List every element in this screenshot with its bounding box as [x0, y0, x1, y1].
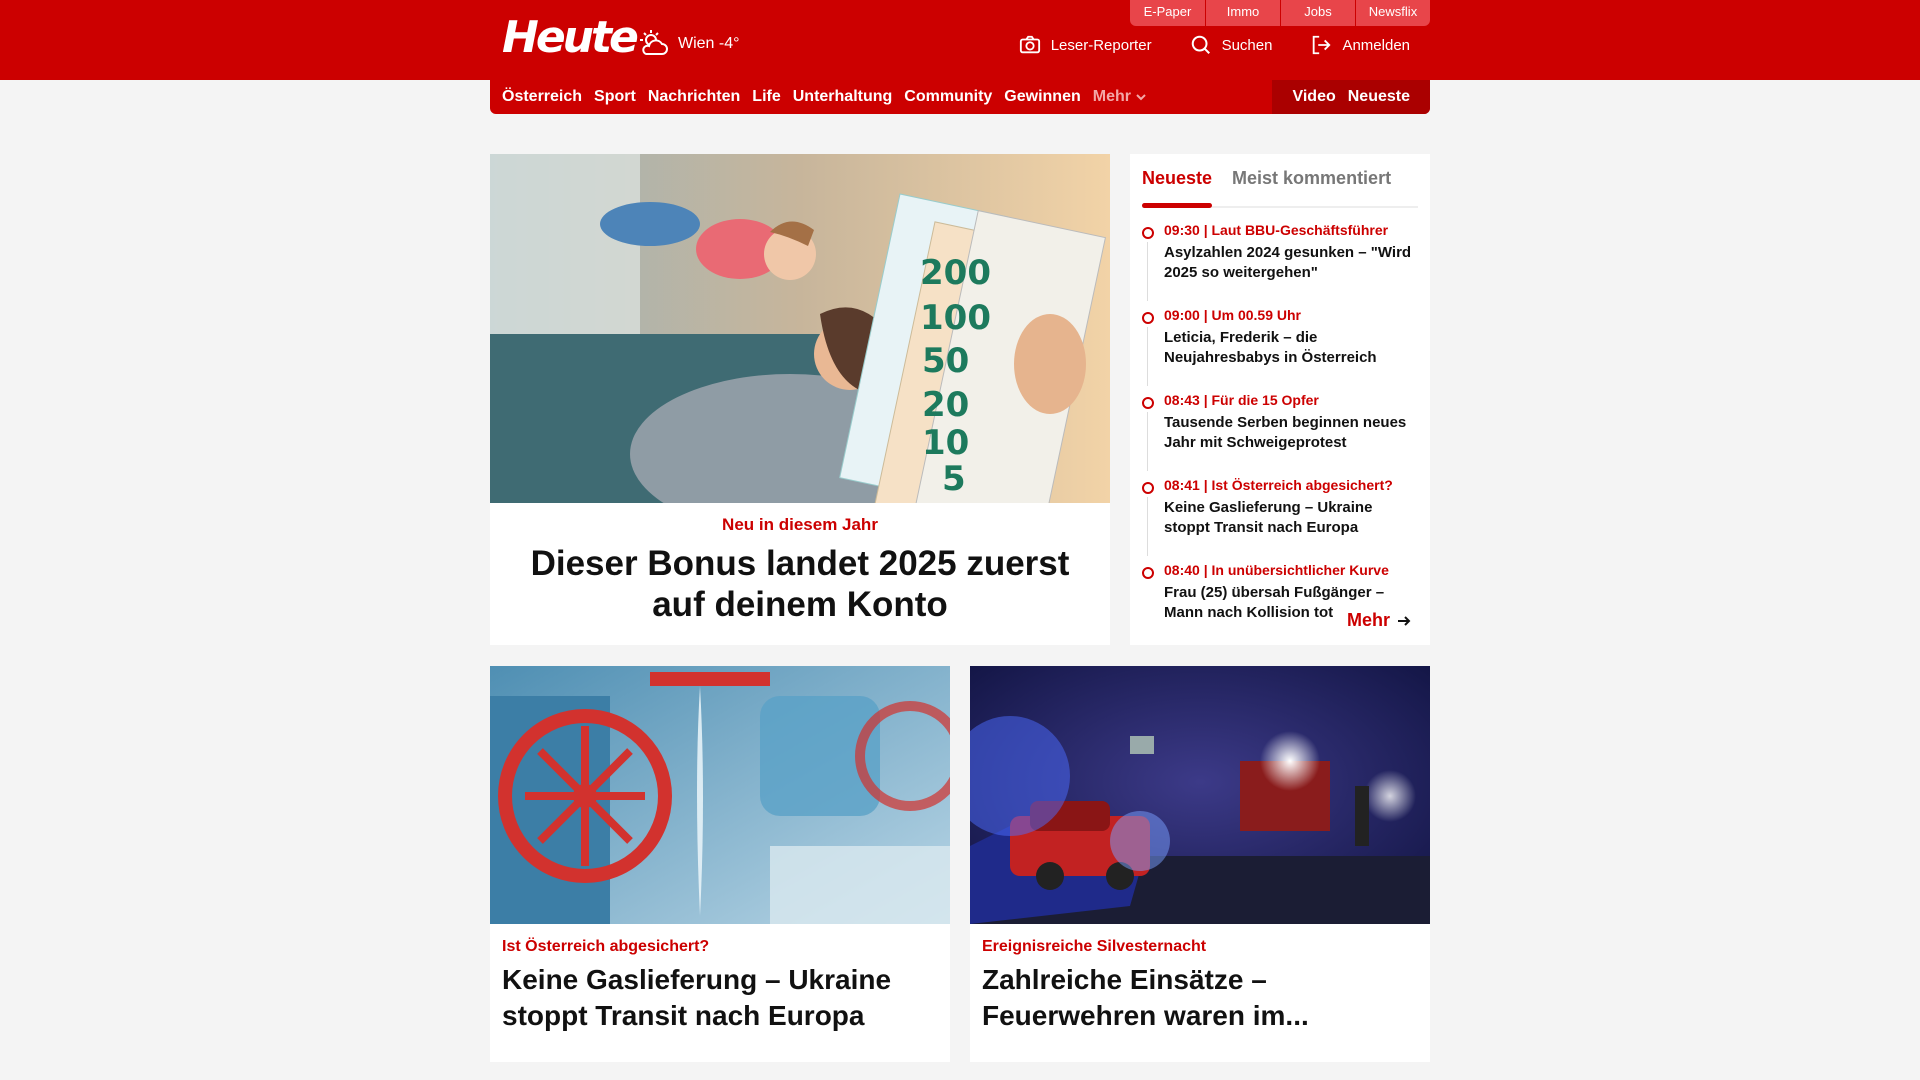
nav-item-neueste[interactable]: Neueste: [1348, 88, 1410, 106]
login-button[interactable]: Anmelden: [1310, 34, 1410, 56]
nav-item-life[interactable]: Life: [752, 88, 780, 106]
camera-icon: [1019, 35, 1040, 54]
card-image[interactable]: [970, 666, 1430, 924]
tab-epaper[interactable]: E-Paper: [1130, 0, 1205, 26]
heute-logo[interactable]: Heute: [502, 12, 639, 63]
fire-brigade-night-photo: [970, 666, 1430, 924]
login-label: Anmelden: [1342, 36, 1410, 54]
tab-jobs[interactable]: Jobs: [1280, 0, 1355, 26]
sidebar-more-link[interactable]: Mehr: [1347, 610, 1412, 631]
card-headline[interactable]: Keine Gaslieferung – Ukraine stoppt Tran…: [502, 962, 938, 1034]
nav-item-nachrichten[interactable]: Nachrichten: [648, 88, 740, 106]
leser-reporter-label: Leser-Reporter: [1050, 36, 1152, 54]
tab-immo[interactable]: Immo: [1205, 0, 1280, 26]
svg-text:50: 50: [922, 341, 969, 381]
header-actions: Leser-Reporter Suchen Anmelden: [1019, 34, 1410, 56]
article-card-gas[interactable]: Ist Österreich abgesichert? Keine Gaslie…: [490, 666, 950, 1062]
feed-item-title[interactable]: Keine Gaslieferung – Ukraine stoppt Tran…: [1164, 498, 1418, 538]
nav-item-sport[interactable]: Sport: [594, 88, 636, 106]
service-tabs: E-Paper Immo Jobs Newsflix: [1130, 0, 1430, 26]
nav-item-community[interactable]: Community: [904, 88, 992, 106]
nav-more-dropdown[interactable]: Mehr: [1093, 88, 1147, 106]
sidebar-more-label: Mehr: [1346, 610, 1390, 630]
feed-item-meta: 08:43 | Für die 15 Opfer: [1164, 392, 1319, 408]
feed-item-title[interactable]: Tausende Serben beginnen neues Jahr mit …: [1164, 413, 1418, 453]
svg-text:10: 10: [922, 423, 969, 463]
tab-meist-kommentiert[interactable]: Meist kommentiert: [1232, 162, 1391, 206]
feed-item-meta: 08:41 | Ist Österreich abgesichert?: [1164, 477, 1393, 493]
search-icon: [1191, 35, 1210, 54]
tab-neueste[interactable]: Neueste: [1142, 162, 1213, 208]
leser-reporter-button[interactable]: Leser-Reporter: [1019, 34, 1152, 56]
nav-item-video[interactable]: Video: [1292, 88, 1335, 106]
tab-newsflix[interactable]: Newsflix: [1355, 0, 1430, 26]
feed-item[interactable]: 09:30 | Laut BBU-Geschäftsführer Asylzah…: [1142, 222, 1418, 301]
search-label: Suchen: [1221, 36, 1273, 54]
header-container: Heute Wien -4° E-Paper Immo Jobs Newsfli…: [490, 0, 1430, 80]
gas-valve-photo: [490, 666, 950, 924]
card-image[interactable]: [490, 666, 950, 924]
nav-more-label: Mehr: [1092, 88, 1131, 105]
nav-categories: Österreich Sport Nachrichten Life Unterh…: [490, 88, 1159, 106]
hero-image[interactable]: 200 100 50 20 10 5: [490, 154, 1110, 503]
svg-text:100: 100: [920, 298, 991, 338]
login-icon: [1313, 35, 1331, 55]
sidebar-tabs: Neueste Meist kommentiert: [1142, 162, 1418, 208]
nav-item-oesterreich[interactable]: Österreich: [502, 88, 582, 106]
weather-partly-cloudy-icon: [640, 30, 668, 55]
latest-news-sidebar: Neueste Meist kommentiert 09:30 | Laut B…: [1130, 154, 1430, 645]
hero-headline[interactable]: Dieser Bonus landet 2025 zuerst auf dein…: [514, 543, 1086, 625]
feed-item-title[interactable]: Asylzahlen 2024 gesunken – "Wird 2025 so…: [1164, 243, 1418, 283]
hero-article[interactable]: 200 100 50 20 10 5 Neu in diesem Jahr Di…: [490, 154, 1110, 645]
card-kicker: Ist Österreich abgesichert?: [502, 938, 710, 955]
top-header: Heute Wien -4° E-Paper Immo Jobs Newsfli…: [0, 0, 1920, 80]
card-kicker: Ereignisreiche Silvesternacht: [982, 938, 1207, 955]
feed-item[interactable]: 08:41 | Ist Österreich abgesichert? Kein…: [1142, 477, 1418, 556]
main-nav: Österreich Sport Nachrichten Life Unterh…: [490, 80, 1430, 114]
weather-text: Wien -4°: [678, 35, 740, 52]
search-button[interactable]: Suchen: [1190, 34, 1273, 56]
feed-item[interactable]: 08:43 | Für die 15 Opfer Tausende Serben…: [1142, 392, 1418, 471]
chevron-down-icon: [1136, 94, 1146, 101]
news-feed-list: 09:30 | Laut BBU-Geschäftsführer Asylzah…: [1142, 222, 1418, 623]
hero-kicker: Neu in diesem Jahr: [722, 515, 878, 534]
svg-text:20: 20: [922, 385, 969, 425]
feed-item-meta: 09:00 | Um 00.59 Uhr: [1164, 307, 1301, 323]
article-card-silvester[interactable]: Ereignisreiche Silvesternacht Zahlreiche…: [970, 666, 1430, 1062]
hero-photo-mother-child-money: 200 100 50 20 10 5: [490, 154, 1110, 503]
feed-item[interactable]: 09:00 | Um 00.59 Uhr Leticia, Frederik –…: [1142, 307, 1418, 386]
feed-item-meta: 08:40 | In unübersichtlicher Kurve: [1164, 562, 1389, 578]
arrow-right-icon: [1398, 615, 1411, 626]
nav-quicklinks: Video Neueste: [1272, 80, 1430, 114]
nav-item-gewinnen[interactable]: Gewinnen: [1004, 88, 1080, 106]
feed-item-title[interactable]: Leticia, Frederik – die Neujahresbabys i…: [1164, 328, 1418, 368]
weather-widget[interactable]: Wien -4°: [638, 28, 740, 60]
nav-item-unterhaltung[interactable]: Unterhaltung: [793, 88, 893, 106]
svg-text:5: 5: [942, 459, 966, 499]
svg-text:200: 200: [920, 253, 991, 293]
feed-item-meta: 09:30 | Laut BBU-Geschäftsführer: [1164, 222, 1389, 238]
card-headline[interactable]: Zahlreiche Einsätze – Feuerwehren waren …: [982, 962, 1418, 1034]
